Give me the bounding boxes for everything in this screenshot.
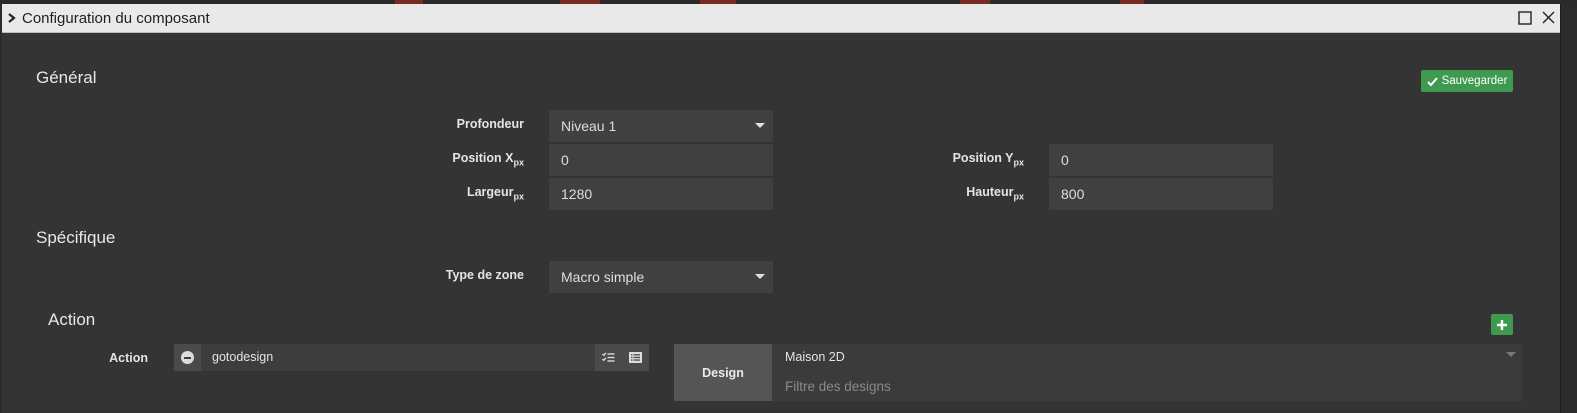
config-window: Configuration du composant Général Sauve… [2,4,1561,413]
depth-select[interactable]: Niveau 1 [549,110,773,142]
save-button-label: Sauvegarder [1441,75,1508,87]
maximize-icon[interactable] [1518,11,1532,25]
depth-select-value: Niveau 1 [561,118,617,134]
action-value: gotodesign [212,350,274,364]
minus-circle-icon [181,351,194,364]
window-titlebar: Configuration du composant [2,4,1560,33]
design-label: Design [674,344,772,401]
width-label: Largeurpx [466,185,524,202]
height-label: Hauteurpx [966,185,1024,202]
zone-type-select[interactable]: Macro simple [549,261,773,293]
position-x-label: Position Xpx [452,151,524,168]
depth-label: Profondeur [456,117,524,131]
design-value[interactable]: Maison 2D [785,350,845,364]
position-x-input[interactable]: 0 [549,144,773,176]
remove-action-button[interactable] [174,344,201,371]
caret-down-icon[interactable] [1506,352,1516,357]
width-input[interactable]: 1280 [549,178,773,210]
section-action-title: Action [48,310,96,329]
design-selector: Design Maison 2D Filtre des designs [674,344,1522,401]
caret-down-icon [755,274,765,279]
section-specific-title: Spécifique [36,228,116,247]
section-general-title: Général [36,68,97,87]
action-row-label: Action [109,351,148,365]
check-icon [1426,76,1438,86]
checklist-icon[interactable] [595,344,622,371]
height-input[interactable]: 800 [1049,178,1273,210]
plus-icon [1497,319,1507,330]
action-row: gotodesign [174,344,649,371]
list-alt-icon[interactable] [622,344,649,371]
zone-type-label: Type de zone [445,268,524,282]
position-y-label: Position Ypx [952,151,1024,168]
close-icon[interactable] [1541,10,1556,25]
design-filter-input[interactable]: Filtre des designs [785,379,891,394]
caret-down-icon [755,123,765,128]
position-y-input[interactable]: 0 [1049,144,1273,176]
chevron-right-icon[interactable] [7,10,17,26]
zone-type-select-value: Macro simple [561,269,645,285]
save-button[interactable]: Sauvegarder [1421,70,1513,92]
add-action-button[interactable] [1491,314,1513,335]
window-title: Configuration du composant [22,10,210,27]
